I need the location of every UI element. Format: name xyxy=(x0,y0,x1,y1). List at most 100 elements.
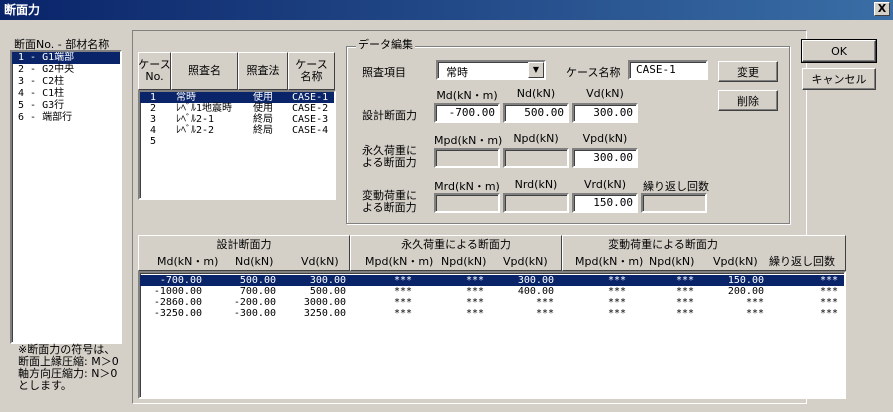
delete-button[interactable]: 削除 xyxy=(718,90,778,111)
table-cell: 300.00 xyxy=(517,275,554,286)
case-no-header[interactable]: ケース No. xyxy=(138,52,171,90)
force-table[interactable]: -700.00 500.00 300.00 *** *** 300.00 *** *** 150… xyxy=(138,271,846,399)
table-cell: *** xyxy=(535,297,554,308)
vpd-input[interactable]: 300.00 xyxy=(572,148,638,168)
npd-label: Npd(kN) xyxy=(513,132,559,145)
data-edit-title: データ編集 xyxy=(356,38,415,51)
table-cell: -1000.00 xyxy=(153,286,202,297)
vpd-label: Vpd(kN) xyxy=(582,132,628,145)
case-row[interactable]: 4 ﾚﾍﾞﾙ2-2 終局 CASE-4 xyxy=(140,125,334,136)
permanent-force-label: 永久荷重に よる断面力 xyxy=(362,145,417,169)
case-row[interactable]: 3 ﾚﾍﾞﾙ2-1 終局 CASE-3 xyxy=(140,114,334,125)
window-title: 断面力 xyxy=(4,3,41,17)
table-cell: *** xyxy=(535,308,554,319)
permanent-force-column-group[interactable]: 永久荷重による断面力 Mpd(kN・m) Npd(kN) Vpd(kN) xyxy=(350,235,562,271)
npd-input xyxy=(503,148,569,168)
case-cell-case: CASE-2 xyxy=(292,103,329,114)
cancel-button[interactable]: キャンセル xyxy=(802,68,876,90)
method-header[interactable]: 照査法 xyxy=(238,52,288,90)
vd-input[interactable]: 300.00 xyxy=(572,103,638,123)
case-cell-no: 3 xyxy=(150,114,157,125)
case-name-header[interactable]: ケース 名称 xyxy=(288,52,335,90)
table-row[interactable]: -3250.00 -300.00 3250.00 *** *** *** *** *** ***… xyxy=(140,308,844,319)
member-list-item[interactable]: 3 - C2柱 xyxy=(12,76,120,88)
table-row[interactable]: -1000.00 700.00 500.00 *** *** 400.00 *** *** 20… xyxy=(140,286,844,297)
member-list-item[interactable]: 2 - G2中央 xyxy=(12,64,120,76)
col-nrd: Npd(kN) xyxy=(649,255,695,268)
table-cell: *** xyxy=(465,297,484,308)
col-md: Md(kN・m) xyxy=(157,255,219,268)
case-cell-name: ﾚﾍﾞﾙ2-1 xyxy=(176,114,215,125)
nd-input[interactable]: 500.00 xyxy=(503,103,569,123)
table-cell: *** xyxy=(675,308,694,319)
table-cell: -700.00 xyxy=(159,275,202,286)
vrd-label: Vrd(kN) xyxy=(583,178,627,191)
design-force-group-title: 設計断面力 xyxy=(216,238,272,251)
table-cell: 500.00 xyxy=(239,275,276,286)
md-input[interactable]: -700.00 xyxy=(434,103,500,123)
case-name-input[interactable]: CASE-1 xyxy=(628,60,708,80)
case-row[interactable]: 1 常時 使用 CASE-1 xyxy=(140,92,334,103)
table-cell: *** xyxy=(465,308,484,319)
case-cell-case: CASE-4 xyxy=(292,125,329,136)
table-row[interactable]: -2860.00 -200.00 3000.00 *** *** *** *** *** ***… xyxy=(140,297,844,308)
case-row[interactable]: 5 xyxy=(140,136,334,147)
table-cell: 500.00 xyxy=(309,286,346,297)
variable-force-column-group[interactable]: 変動荷重による断面力 Mpd(kN・m) Npd(kN) Vpd(kN) 繰り返… xyxy=(562,235,846,271)
table-cell: *** xyxy=(819,275,838,286)
table-cell: *** xyxy=(607,297,626,308)
col-npd: Npd(kN) xyxy=(441,255,487,268)
case-list[interactable]: 1 常時 使用 CASE-1 2 ﾚﾍﾞﾙ1地震時 使用 CASE-2 3 ﾚﾍﾞﾙ2-1 終局 CA… xyxy=(138,90,336,200)
sign-note: ※断面力の符号は、 断面上縁圧縮: M＞0 軸方向圧縮力: N＞0 とします。 xyxy=(18,344,138,392)
table-cell: *** xyxy=(819,297,838,308)
table-cell: -200.00 xyxy=(233,297,276,308)
check-item-value: 常時 xyxy=(446,66,468,79)
change-button[interactable]: 変更 xyxy=(718,61,778,82)
repeat-count-label: 繰り返し回数 xyxy=(643,180,709,193)
design-force-label: 設計断面力 xyxy=(362,109,417,122)
col-vrd: Vpd(kN) xyxy=(713,255,758,268)
table-cell: 700.00 xyxy=(239,286,276,297)
case-cell-no: 1 xyxy=(150,92,157,103)
mpd-label: Mpd(kN・m) xyxy=(434,134,503,147)
table-cell: *** xyxy=(393,275,412,286)
chevron-down-icon[interactable]: ▼ xyxy=(528,62,544,78)
table-cell: -3250.00 xyxy=(153,308,202,319)
table-cell: *** xyxy=(465,275,484,286)
case-row[interactable]: 2 ﾚﾍﾞﾙ1地震時 使用 CASE-2 xyxy=(140,103,334,114)
table-cell: *** xyxy=(393,297,412,308)
case-cell-method: 終局 xyxy=(253,114,273,125)
case-cell-name: ﾚﾍﾞﾙ2-2 xyxy=(176,125,215,136)
table-row[interactable]: -700.00 500.00 300.00 *** *** 300.00 *** *** 150… xyxy=(140,275,844,286)
table-cell: 200.00 xyxy=(727,286,764,297)
member-list-item[interactable]: 6 - 端部行 xyxy=(12,112,120,124)
table-cell: 3000.00 xyxy=(303,297,346,308)
member-list-item[interactable]: 4 - C1柱 xyxy=(12,88,120,100)
nrd-input xyxy=(503,193,569,213)
table-cell: *** xyxy=(745,297,764,308)
check-name-header[interactable]: 照査名 xyxy=(171,52,238,90)
design-force-column-group[interactable]: 設計断面力 Md(kN・m) Nd(kN) Vd(kN) xyxy=(138,235,350,271)
case-cell-method: 終局 xyxy=(253,125,273,136)
variable-force-label: 変動荷重に よる断面力 xyxy=(362,190,417,214)
table-cell: *** xyxy=(675,297,694,308)
vrd-input[interactable]: 150.00 xyxy=(572,193,638,213)
case-cell-method: 使用 xyxy=(253,92,273,103)
permanent-force-group-title: 永久荷重による断面力 xyxy=(401,238,511,251)
case-cell-no: 5 xyxy=(150,136,157,147)
window-titlebar: 断面力 X xyxy=(0,0,893,20)
permanent-force-label-line: よる断面力 xyxy=(362,156,417,169)
table-cell: 150.00 xyxy=(727,275,764,286)
member-list-item[interactable]: 5 - G3行 xyxy=(12,100,120,112)
check-item-select[interactable]: 常時 ▼ xyxy=(436,60,546,80)
close-icon[interactable]: X xyxy=(874,2,890,16)
table-cell: 300.00 xyxy=(309,275,346,286)
col-mpd: Mpd(kN・m) xyxy=(365,255,434,268)
case-name-label: ケース名称 xyxy=(566,66,621,79)
case-cell-name: 常時 xyxy=(176,92,196,103)
table-cell: *** xyxy=(607,308,626,319)
member-list-item[interactable]: 1 - G1端部 xyxy=(12,52,120,64)
member-list[interactable]: 1 - G1端部 2 - G2中央 3 - C2柱 4 - C1柱 5 - G3行 6 -… xyxy=(10,50,122,344)
table-cell: *** xyxy=(465,286,484,297)
ok-button[interactable]: OK xyxy=(801,39,877,63)
